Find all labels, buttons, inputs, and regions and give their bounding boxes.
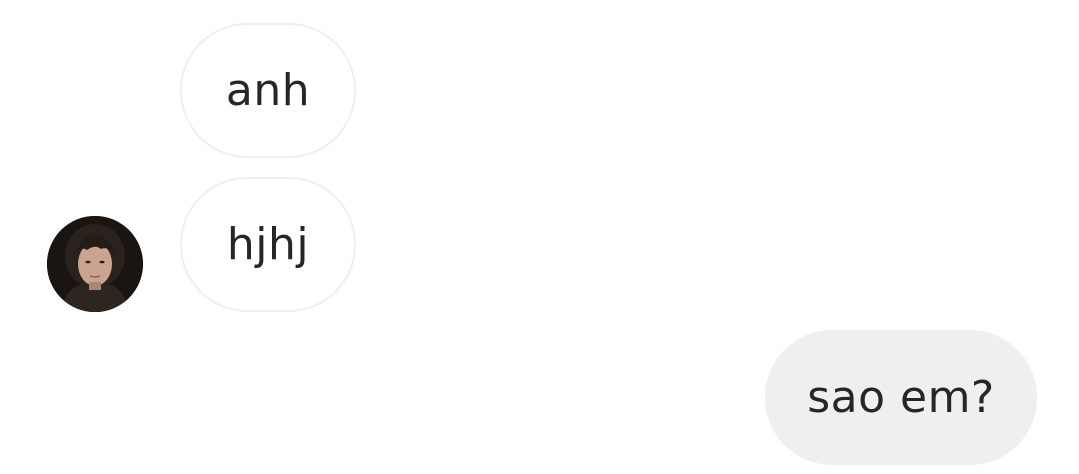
outgoing-message-bubble[interactable]: sao em? <box>765 330 1037 465</box>
message-text: anh <box>225 65 311 116</box>
message-text: hjhj <box>226 219 310 270</box>
message-thread: anh hjhj sao em? <box>0 0 1079 474</box>
profile-photo-icon <box>47 216 143 312</box>
message-text: sao em? <box>807 372 995 423</box>
contact-avatar[interactable] <box>47 216 143 312</box>
incoming-message-bubble[interactable]: anh <box>180 23 356 158</box>
incoming-message-bubble[interactable]: hjhj <box>180 177 356 312</box>
